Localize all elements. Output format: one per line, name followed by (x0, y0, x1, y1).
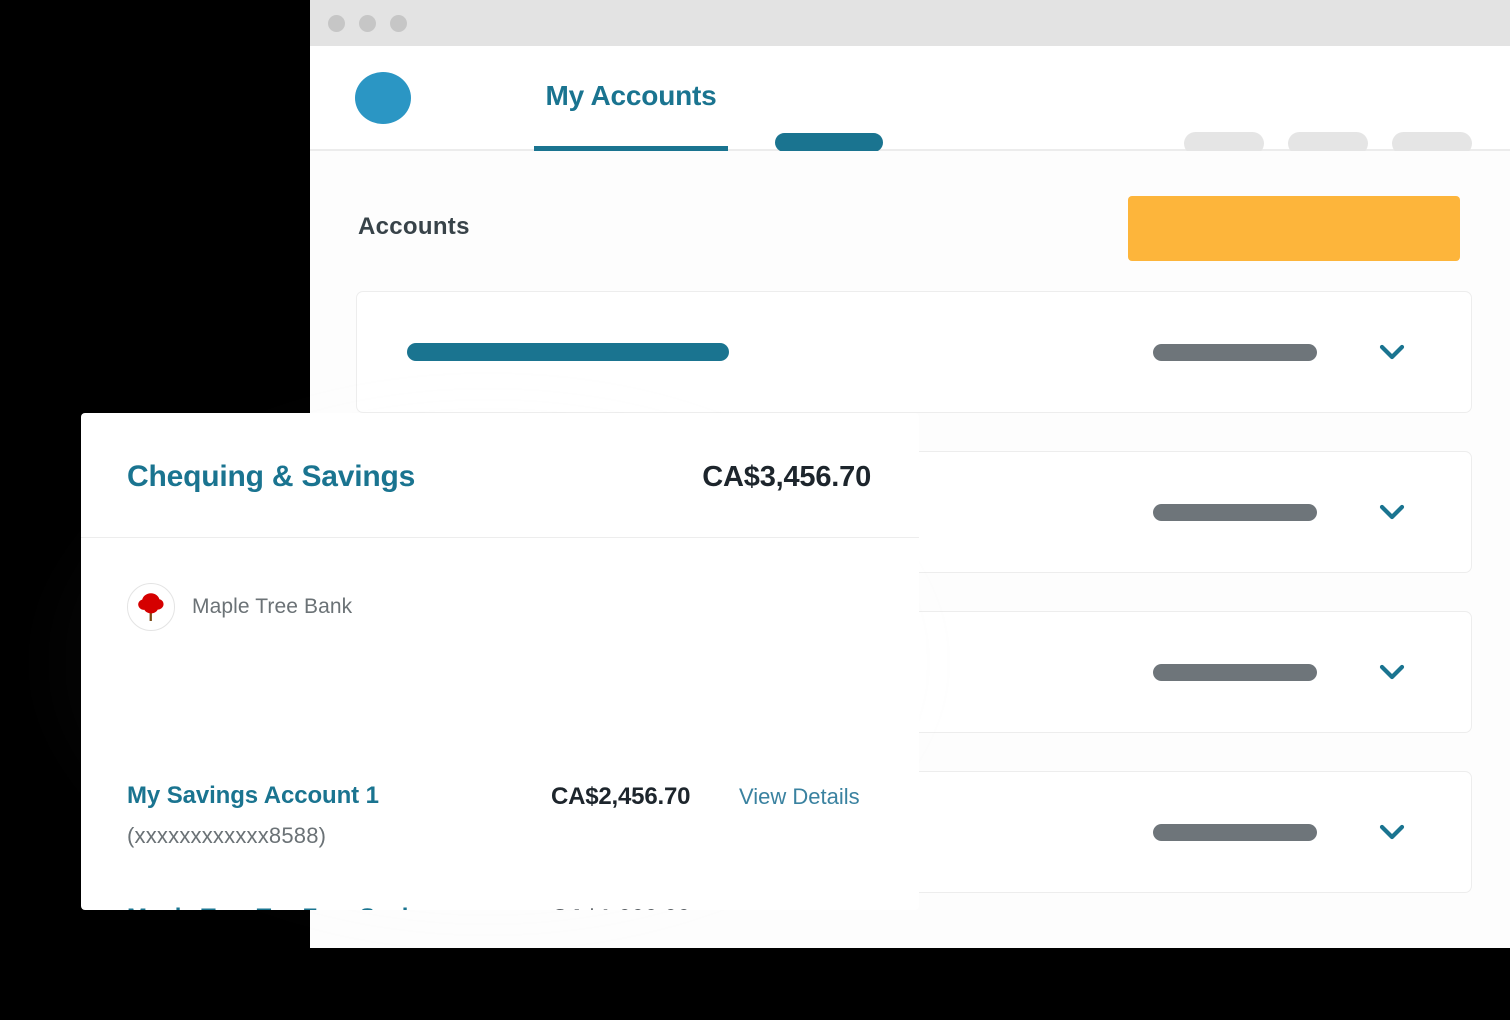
account-balance: CA$1,000.00 (551, 905, 690, 910)
list-item: My Savings Account 1 CA$2,456.70 View De… (127, 782, 919, 848)
account-row-value-placeholder (1153, 663, 1317, 681)
account-row-value-placeholder (1153, 343, 1317, 361)
chevron-down-icon[interactable] (1375, 495, 1409, 529)
tab-my-accounts-label: My Accounts (545, 80, 717, 111)
chevron-down-icon[interactable] (1375, 335, 1409, 369)
list-item: Maple Tree Tax Free Savings CA$1,000.00 … (127, 904, 919, 910)
app-navbar: My Accounts (310, 46, 1510, 155)
card-header: Chequing & Savings CA$3,456.70 (81, 413, 919, 538)
bank-name: Maple Tree Bank (192, 595, 353, 618)
view-details-link[interactable]: View Details (739, 906, 860, 910)
account-balance: CA$2,456.70 (551, 783, 691, 810)
primary-cta-button[interactable] (1128, 196, 1460, 261)
minimize-dot[interactable] (359, 14, 376, 32)
brand-circle-logo-icon[interactable] (355, 72, 411, 124)
account-row[interactable] (356, 291, 1472, 413)
view-details-link[interactable]: View Details (739, 784, 860, 810)
maximize-dot[interactable] (390, 14, 407, 32)
maple-tree-icon (127, 583, 175, 631)
account-row-name-placeholder (407, 343, 729, 361)
browser-titlebar (310, 0, 1510, 46)
account-row-value-placeholder (1153, 503, 1317, 521)
nav-item-placeholder-active[interactable] (775, 133, 883, 152)
card-title[interactable]: Chequing & Savings (127, 460, 415, 494)
account-name[interactable]: My Savings Account 1 (127, 782, 379, 810)
bank-row: Maple Tree Bank (127, 583, 352, 631)
account-name[interactable]: Maple Tree Tax Free Savings (127, 904, 451, 910)
chevron-down-icon[interactable] (1375, 815, 1409, 849)
close-dot[interactable] (328, 14, 345, 32)
page-title: Accounts (358, 213, 470, 240)
account-row-value-placeholder (1153, 823, 1317, 841)
chequing-savings-card: Chequing & Savings CA$3,456.70 Maple Tre… (81, 413, 919, 910)
chevron-down-icon[interactable] (1375, 655, 1409, 689)
tab-my-accounts[interactable]: My Accounts (534, 46, 728, 151)
account-masked-number: (xxxxxxxxxxxx8588) (127, 823, 327, 848)
card-total-amount: CA$3,456.70 (702, 461, 871, 493)
